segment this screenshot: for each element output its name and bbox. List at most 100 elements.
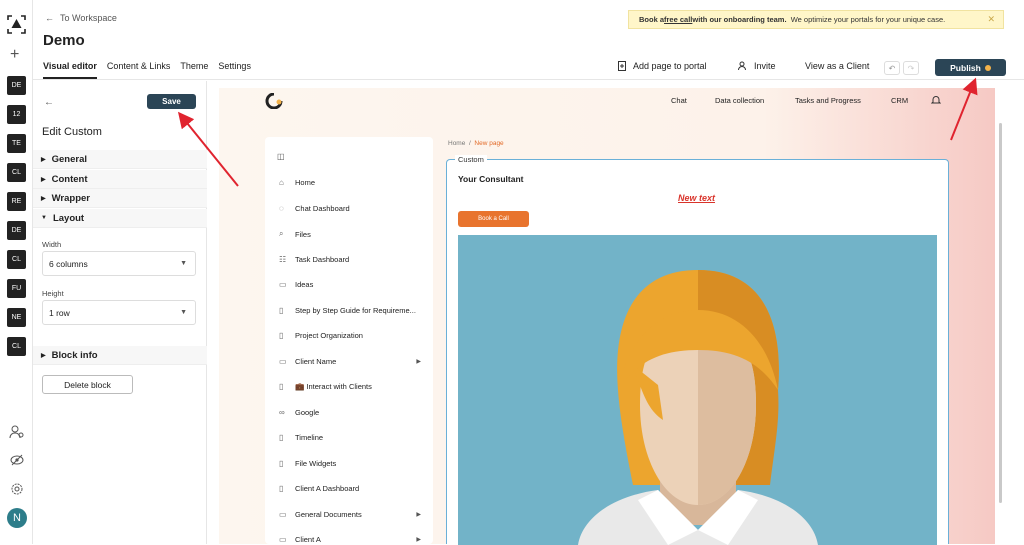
- site-nav-data-collection[interactable]: Data collection: [715, 96, 764, 105]
- sidebar-item[interactable]: ⌕ Files: [279, 229, 419, 239]
- workspace-item[interactable]: CL: [7, 337, 26, 356]
- user-avatar[interactable]: N: [7, 508, 27, 528]
- sidebar-item[interactable]: ▭ Client A ▶: [279, 535, 421, 544]
- page-icon: ⌕: [279, 229, 284, 238]
- panel-title: Edit Custom: [42, 126, 102, 138]
- sidebar-item[interactable]: ∞ Google: [279, 408, 419, 417]
- sidebar-toggle-icon[interactable]: ◫: [277, 152, 285, 161]
- section-block-info[interactable]: ▶ Block info: [33, 346, 207, 365]
- add-page-button[interactable]: Add page to portal: [618, 61, 707, 71]
- publish-button[interactable]: Publish: [935, 59, 1006, 76]
- sidebar-item[interactable]: ⌂ Home: [279, 178, 419, 187]
- page-icon: ▭: [279, 535, 287, 544]
- free-call-link[interactable]: free call: [664, 15, 692, 24]
- sidebar-item[interactable]: ▯ Timeline: [279, 433, 419, 442]
- page-icon: ▯: [279, 433, 284, 442]
- sidebar-item-label: Home: [295, 178, 316, 187]
- sidebar-item-label: Client Name: [295, 356, 337, 366]
- page-icon: ▯: [279, 305, 284, 315]
- portal-preview: Chat Data collection Tasks and Progress …: [219, 88, 995, 545]
- view-as-client-button[interactable]: View as a Client: [805, 61, 869, 71]
- app-logo-icon[interactable]: [6, 14, 27, 35]
- site-nav-tasks[interactable]: Tasks and Progress: [795, 96, 861, 105]
- settings-gear-icon[interactable]: [9, 481, 25, 497]
- sidebar-item[interactable]: ▯ Client A Dashboard: [279, 484, 419, 493]
- eye-off-icon[interactable]: [9, 452, 25, 468]
- block-tag: Custom: [455, 155, 487, 164]
- user-plus-icon: [738, 61, 746, 71]
- invite-button[interactable]: Invite: [738, 61, 776, 71]
- undo-icon[interactable]: ↶: [884, 61, 900, 75]
- book-call-button[interactable]: Book a Call: [458, 211, 529, 227]
- workspace-item[interactable]: FU: [7, 279, 26, 298]
- sidebar-item-label: Client A Dashboard: [295, 484, 360, 493]
- workspace-item[interactable]: CL: [7, 250, 26, 269]
- caret-down-icon: ▼: [41, 215, 47, 221]
- sidebar-item[interactable]: ◌ Chat Dashboard: [279, 204, 419, 213]
- width-select[interactable]: 6 columns ▼: [42, 251, 196, 276]
- sidebar-item-label: Step by Step Guide for Requireme...: [295, 305, 416, 315]
- page-icon: ▯: [279, 458, 284, 468]
- custom-block[interactable]: Custom Your Consultant New text Book a C…: [446, 155, 949, 545]
- add-workspace-icon[interactable]: +: [10, 46, 19, 64]
- sidebar-item-label: Files: [295, 229, 311, 239]
- page-title: Demo: [43, 32, 85, 49]
- caret-right-icon[interactable]: ▶: [416, 358, 421, 365]
- consultant-portrait-image: [458, 235, 937, 545]
- page-icon: ▯: [279, 382, 284, 391]
- section-layout[interactable]: ▼ Layout: [33, 209, 207, 228]
- sidebar-item-label: Client A: [295, 535, 321, 544]
- tab-content-links[interactable]: Content & Links: [107, 61, 171, 79]
- edit-panel: ← Save Edit Custom ▶ General ▶ Content ▶ Wr…: [33, 81, 207, 544]
- sidebar-item[interactable]: ☷ Task Dashboard: [279, 255, 419, 264]
- section-general[interactable]: ▶ General: [33, 150, 207, 169]
- back-arrow-icon[interactable]: ←: [44, 97, 54, 108]
- caret-right-icon: ▶: [41, 176, 46, 183]
- workspace-item[interactable]: RE: [7, 192, 26, 211]
- onboarding-banner: Book a free call with our onboarding tea…: [628, 10, 1004, 29]
- section-wrapper[interactable]: ▶ Wrapper: [33, 189, 207, 208]
- caret-right-icon[interactable]: ▶: [416, 511, 421, 518]
- site-nav-chat[interactable]: Chat: [671, 96, 687, 105]
- sidebar-item[interactable]: ▯ Step by Step Guide for Requireme...: [279, 306, 419, 315]
- new-text[interactable]: New text: [678, 193, 715, 203]
- page-icon: ▭: [279, 280, 287, 289]
- sidebar-item[interactable]: ▭ Ideas: [279, 280, 419, 289]
- workspace-item[interactable]: 12: [7, 105, 26, 124]
- sidebar-item[interactable]: ▯ Project Organization: [279, 331, 419, 340]
- page-plus-icon: [618, 61, 626, 71]
- height-label: Height: [42, 289, 64, 298]
- height-select[interactable]: 1 row ▼: [42, 300, 196, 325]
- sidebar-item[interactable]: ▭ Client Name ▶: [279, 356, 421, 366]
- sidebar-item[interactable]: ▯ File Widgets: [279, 459, 419, 468]
- tab-settings[interactable]: Settings: [218, 61, 251, 79]
- sidebar-item[interactable]: ▯ 💼 Interact with Clients: [279, 382, 419, 391]
- delete-block-button[interactable]: Delete block: [42, 375, 133, 394]
- sidebar-item-label: 💼 Interact with Clients: [295, 382, 372, 391]
- section-content[interactable]: ▶ Content: [33, 170, 207, 189]
- save-button[interactable]: Save: [147, 94, 196, 109]
- tab-visual-editor[interactable]: Visual editor: [43, 61, 97, 79]
- workspace-item[interactable]: DE: [7, 76, 26, 95]
- page-icon: ⌂: [279, 178, 284, 187]
- canvas-scrollbar[interactable]: [999, 123, 1002, 503]
- workspace-item[interactable]: TE: [7, 134, 26, 153]
- caret-right-icon[interactable]: ▶: [416, 536, 421, 543]
- page-icon: ☷: [279, 254, 287, 264]
- preview-canvas: Chat Data collection Tasks and Progress …: [207, 81, 1024, 545]
- back-to-workspace-link[interactable]: ← To Workspace: [45, 13, 117, 23]
- bell-icon[interactable]: [931, 95, 941, 105]
- workspace-item[interactable]: DE: [7, 221, 26, 240]
- status-dot-icon: [984, 64, 991, 71]
- sidebar-item[interactable]: ▭ General Documents ▶: [279, 510, 421, 519]
- tab-theme[interactable]: Theme: [180, 61, 208, 79]
- workspace-item[interactable]: CL: [7, 163, 26, 182]
- page-icon: ▯: [279, 331, 284, 340]
- site-nav-crm[interactable]: CRM: [891, 96, 908, 105]
- chevron-down-icon: ▼: [180, 260, 187, 267]
- top-header: ← To Workspace Demo Visual editor Conten…: [33, 0, 1024, 80]
- users-icon[interactable]: [9, 424, 25, 440]
- workspace-item[interactable]: NE: [7, 308, 26, 327]
- redo-icon[interactable]: ↷: [903, 61, 919, 75]
- close-icon[interactable]: ✕: [987, 14, 995, 25]
